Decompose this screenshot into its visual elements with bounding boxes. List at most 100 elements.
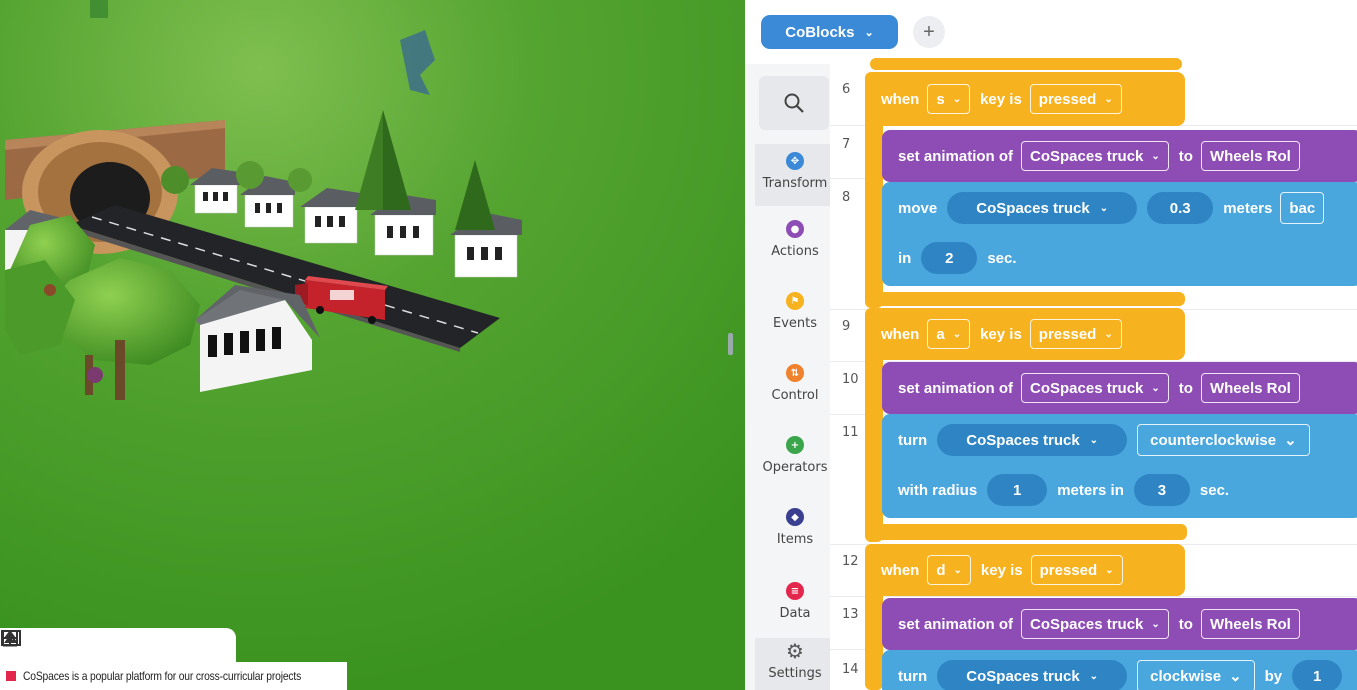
events-icon: ⚑ (786, 292, 804, 310)
item-dropdown[interactable]: CoSpaces truck ⌄ (947, 192, 1138, 224)
duration-input[interactable]: 3 (1133, 474, 1190, 506)
block-label: set animation of (898, 379, 1014, 397)
block-label: when (881, 325, 920, 343)
block-label: key is (980, 325, 1022, 343)
block-label: when (881, 561, 920, 579)
palette-label: Events (772, 316, 817, 331)
line-number: 14 (842, 662, 859, 677)
animation-dropdown[interactable]: Wheels Rol (1200, 141, 1300, 171)
caption-text: CoSpaces is a popular platform for our c… (23, 669, 302, 683)
search-button[interactable] (759, 76, 829, 130)
block-label: by (1264, 667, 1283, 685)
palette-label: Operators (762, 460, 828, 475)
palette-label: Data (779, 606, 811, 621)
editor-topbar: CoBlocks ⌄ + (745, 0, 1357, 64)
when-key-block-d[interactable]: when d ⌄ key is pressed ⌄ (865, 544, 1185, 596)
turn-block[interactable]: turn CoSpaces truck ⌄ clockwise ⌄ by 1 (882, 650, 1357, 690)
distance-input[interactable]: 0.3 (1147, 192, 1214, 224)
palette-label: Transform (762, 176, 828, 191)
block-label: to (1178, 379, 1193, 397)
block-label: to (1178, 615, 1193, 633)
palette-item-events[interactable]: ⚑ Events (755, 292, 835, 331)
transform-icon: ✥ (786, 152, 804, 170)
palette-item-operators[interactable]: + Operators (755, 436, 835, 475)
radius-input[interactable]: 1 (987, 474, 1048, 506)
key-dropdown[interactable]: s ⌄ (927, 84, 971, 114)
line-number: 12 (842, 554, 859, 569)
block-label: sec. (1199, 481, 1230, 499)
search-icon (784, 93, 804, 113)
block-palette: ✥ Transform ● Actions ⚑ Events ⇅ Control… (755, 70, 835, 690)
add-tab-button[interactable]: + (913, 16, 945, 48)
key-dropdown[interactable]: a ⌄ (927, 319, 971, 349)
set-animation-block[interactable]: set animation of CoSpaces truck ⌄ to Whee… (882, 362, 1357, 414)
code-workspace[interactable]: 6 7 8 9 10 11 12 13 14 when s ⌄ key is pr… (830, 58, 1357, 690)
line-number: 9 (842, 319, 851, 334)
block-label: move (898, 199, 938, 217)
animation-dropdown[interactable]: Wheels Rol (1200, 609, 1300, 639)
palette-item-data[interactable]: ≡ Data (755, 582, 835, 621)
block-label: to (1178, 147, 1193, 165)
split-resize-handle[interactable] (728, 333, 733, 355)
palette-item-actions[interactable]: ● Actions (755, 220, 835, 259)
figure-caption: CoSpaces is a popular platform for our c… (0, 662, 347, 690)
line-number: 8 (842, 190, 851, 205)
when-key-block-a[interactable]: when a ⌄ key is pressed ⌄ (865, 308, 1185, 360)
palette-item-items[interactable]: ◆ Items (755, 508, 835, 547)
chevron-down-icon: ⌄ (864, 26, 874, 39)
when-key-block-s[interactable]: when s ⌄ key is pressed ⌄ (865, 72, 1185, 126)
block-label: with radius (898, 481, 978, 499)
item-dropdown[interactable]: CoSpaces truck ⌄ (1021, 609, 1169, 639)
turn-direction-dropdown[interactable]: counterclockwise ⌄ (1137, 424, 1310, 456)
key-state-dropdown[interactable]: pressed ⌄ (1029, 319, 1122, 349)
item-dropdown[interactable]: CoSpaces truck ⌄ (1021, 141, 1169, 171)
key-state-dropdown[interactable]: pressed ⌄ (1030, 555, 1123, 585)
turn-block[interactable]: turn CoSpaces truck ⌄ counterclockwise ⌄ w… (882, 414, 1357, 518)
coblocks-tab-button[interactable]: CoBlocks ⌄ (761, 15, 898, 49)
operators-icon: + (786, 436, 804, 454)
scene-viewport[interactable]: CoSpaces is a popular platform for our c… (0, 0, 745, 690)
plus-icon: + (923, 20, 935, 43)
block-label: set animation of (898, 615, 1014, 633)
set-animation-block[interactable]: set animation of CoSpaces truck ⌄ to Whee… (882, 130, 1357, 182)
scene-3d-render (0, 0, 745, 690)
block-label: meters (1223, 199, 1273, 217)
data-icon: ≡ (786, 582, 804, 600)
animation-dropdown[interactable]: Wheels Rol (1200, 373, 1300, 403)
block-label: key is (980, 561, 1023, 579)
duration-input[interactable]: 2 (921, 242, 978, 274)
turn-direction-dropdown[interactable]: clockwise ⌄ (1137, 660, 1255, 690)
block-label: sec. (987, 249, 1017, 267)
palette-label: Items (776, 532, 814, 547)
palette-label: Settings (768, 666, 822, 681)
block-label: in (898, 249, 912, 267)
palette-item-control[interactable]: ⇅ Control (755, 364, 835, 403)
palette-label: Actions (771, 244, 819, 259)
move-block[interactable]: move CoSpaces truck ⌄ 0.3 meters bac in 2… (882, 182, 1357, 286)
direction-dropdown[interactable]: bac (1280, 192, 1325, 224)
line-number: 7 (842, 137, 851, 152)
line-number: 10 (842, 372, 859, 387)
angle-input[interactable]: 1 (1292, 660, 1343, 690)
items-icon: ◆ (786, 508, 804, 526)
block-label: key is (980, 90, 1022, 108)
caption-marker (6, 671, 16, 681)
key-state-dropdown[interactable]: pressed ⌄ (1029, 84, 1122, 114)
control-icon: ⇅ (786, 364, 804, 382)
line-number: 11 (842, 425, 859, 440)
block-label: turn (898, 431, 928, 449)
item-dropdown[interactable]: CoSpaces truck ⌄ (937, 660, 1128, 690)
block-label: meters in (1057, 481, 1124, 499)
set-animation-block[interactable]: set animation of CoSpaces truck ⌄ to Whee… (882, 598, 1357, 650)
palette-item-transform[interactable]: ✥ Transform (755, 144, 835, 206)
coblocks-tab-label: CoBlocks (785, 23, 855, 41)
coblocks-editor: CoBlocks ⌄ + ✥ Transform ● Actions ⚑ Eve… (745, 0, 1357, 690)
line-number: 13 (842, 607, 859, 622)
item-dropdown[interactable]: CoSpaces truck ⌄ (937, 424, 1128, 456)
palette-item-settings[interactable]: ⚙ Settings (755, 638, 835, 690)
item-dropdown[interactable]: CoSpaces truck ⌄ (1021, 373, 1169, 403)
palette-label: Control (771, 388, 819, 403)
block-label: when (881, 90, 920, 108)
key-dropdown[interactable]: d ⌄ (927, 555, 971, 585)
block-label: turn (898, 667, 928, 685)
